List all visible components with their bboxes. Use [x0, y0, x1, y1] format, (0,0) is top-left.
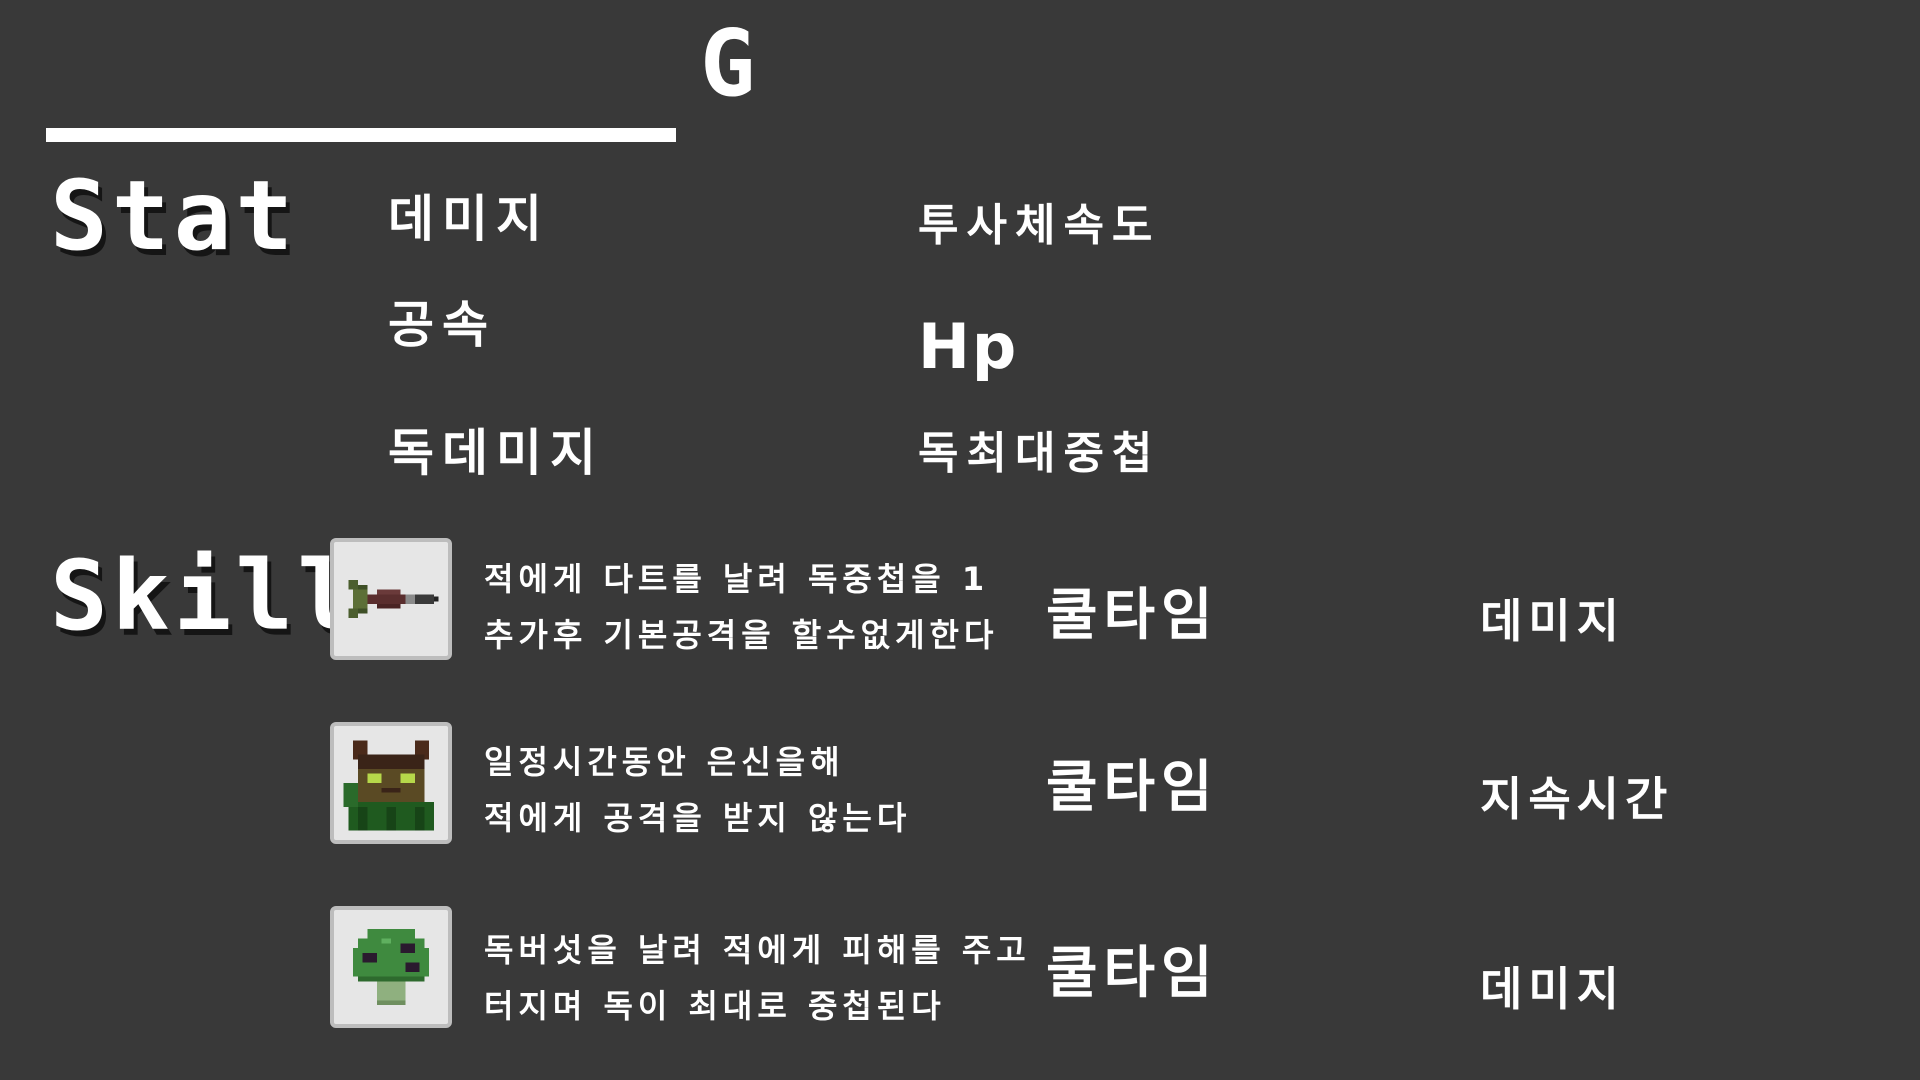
skill-dart-damage-label: 데미지: [1480, 594, 1625, 648]
skill-stealth-description: 일정시간동안 은신을해 적에게 공격을 받지 않는다: [484, 734, 911, 846]
skill-desc-line: 적에게 공격을 받지 않는다: [484, 799, 912, 837]
gold-label: G: [700, 10, 758, 117]
stat-damage-label: 데미지: [388, 190, 550, 248]
stat-hp-label: Hp: [918, 310, 1019, 383]
skill-desc-line: 일정시간동안 은신을해: [484, 743, 845, 781]
skill-mushroom-cooldown-label: 쿨타임: [1046, 941, 1219, 1006]
stat-attack-speed-label: 공속: [388, 296, 496, 354]
skill-desc-line: 독버섯을 날려 적에게 피해를 주고: [484, 931, 1031, 969]
stat-projectile-speed-label: 투사체속도: [918, 200, 1161, 251]
hooded-cat-icon: [343, 740, 434, 831]
skill-mushroom-description: 독버섯을 날려 적에게 피해를 주고 터지며 독이 최대로 중첩된다: [484, 922, 1031, 1034]
skill-section-title: Skill: [50, 540, 359, 652]
skill-mushroom-damage-label: 데미지: [1480, 962, 1625, 1016]
skill-dart-description: 적에게 다트를 날려 독중첩을 1 추가후 기본공격을 할수없게한다: [484, 551, 998, 663]
skill-dart-cooldown-label: 쿨타임: [1046, 583, 1219, 648]
skill-mushroom-slot[interactable]: [330, 906, 452, 1028]
stat-section-title: Stat: [50, 160, 298, 272]
skill-desc-line: 추가후 기본공격을 할수없게한다: [484, 616, 999, 654]
progress-bar: [46, 128, 676, 142]
skill-desc-line: 적에게 다트를 날려 독중첩을 1: [484, 560, 990, 598]
skill-stealth-cooldown-label: 쿨타임: [1046, 755, 1219, 820]
stat-poison-damage-label: 독데미지: [388, 424, 604, 482]
dart-icon: [348, 580, 439, 618]
skill-stealth-duration-label: 지속시간: [1480, 772, 1674, 826]
skill-desc-line: 터지며 독이 최대로 중첩된다: [484, 987, 946, 1025]
skill-stealth-slot[interactable]: [330, 722, 452, 844]
skill-dart-slot[interactable]: [330, 538, 452, 660]
stat-poison-max-stack-label: 독최대중첩: [918, 428, 1161, 479]
poison-mushroom-icon: [353, 929, 429, 1005]
